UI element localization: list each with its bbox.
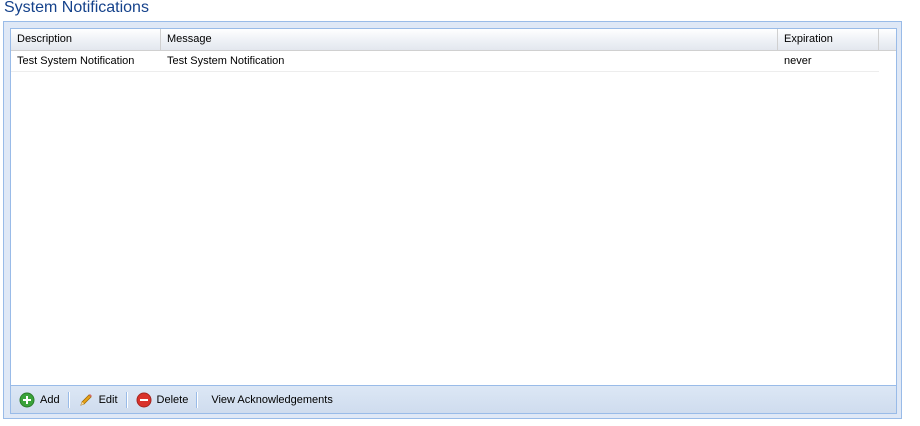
view-acknowledgements-button[interactable]: View Acknowledgements xyxy=(202,389,336,411)
column-header-description[interactable]: Description xyxy=(11,29,161,50)
pencil-icon xyxy=(78,392,94,408)
edit-button[interactable]: Edit xyxy=(74,389,122,411)
cell-message: Test System Notification xyxy=(167,55,285,67)
add-button[interactable]: Add xyxy=(15,389,64,411)
notifications-grid: Description Message Expiration Test Syst… xyxy=(10,28,897,386)
grid-toolbar: Add Edit Delete View Acknowledgements xyxy=(10,386,897,414)
column-header-message[interactable]: Message xyxy=(161,29,778,50)
column-header-filler xyxy=(879,29,896,50)
table-row[interactable]: Test System Notification Test System Not… xyxy=(11,51,879,72)
column-header-expiration[interactable]: Expiration xyxy=(778,29,879,50)
toolbar-separator xyxy=(67,391,70,408)
page-title: System Notifications xyxy=(4,0,149,16)
toolbar-separator xyxy=(196,391,199,408)
view-acknowledgements-label: View Acknowledgements xyxy=(211,393,333,406)
corner-mark: ´ xyxy=(898,0,902,7)
grid-header: Description Message Expiration xyxy=(11,29,896,51)
delete-button[interactable]: Delete xyxy=(132,389,193,411)
add-button-label: Add xyxy=(40,393,60,406)
delete-button-label: Delete xyxy=(156,393,189,406)
add-circle-icon xyxy=(19,392,35,408)
delete-circle-icon xyxy=(136,392,152,408)
notifications-panel: Description Message Expiration Test Syst… xyxy=(3,21,902,419)
toolbar-separator xyxy=(125,391,128,408)
edit-button-label: Edit xyxy=(98,393,118,406)
cell-expiration: never xyxy=(784,55,812,67)
cell-description: Test System Notification xyxy=(17,55,135,67)
